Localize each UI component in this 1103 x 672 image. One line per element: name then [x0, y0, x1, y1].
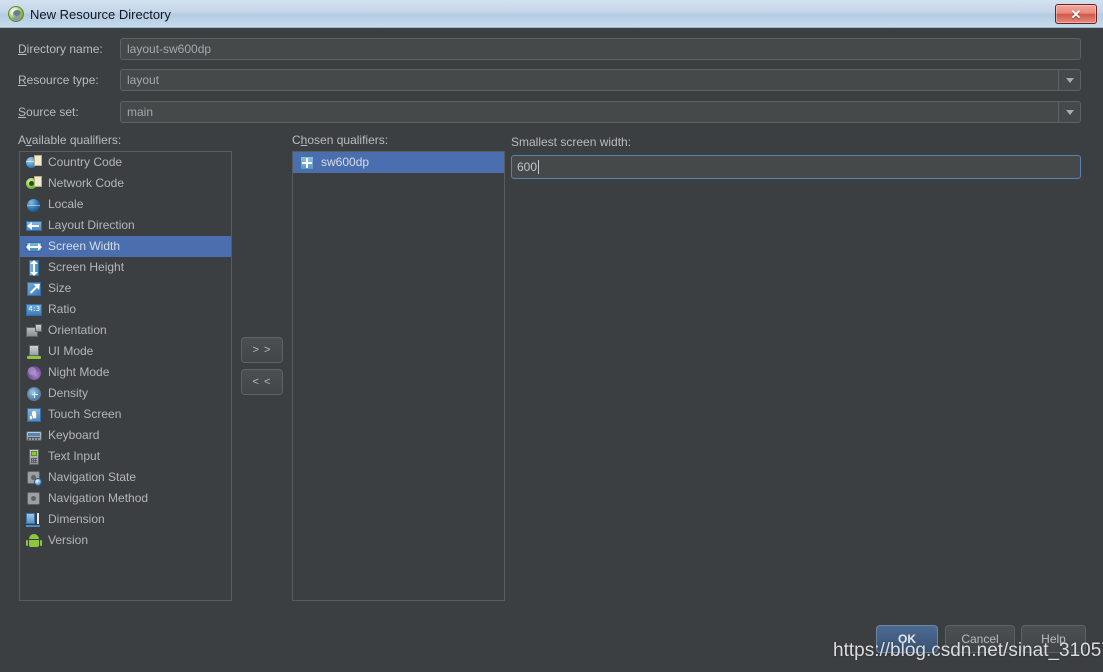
available-qualifier-item-label: Density: [48, 386, 89, 400]
text-input-icon: [26, 448, 42, 465]
close-glyph: ✕: [1070, 6, 1082, 22]
directory-name-value: layout-sw600dp: [127, 42, 212, 56]
title-bar-left: New Resource Directory: [8, 0, 171, 28]
available-qualifier-item-label: Network Code: [48, 176, 125, 190]
available-qualifier-item-label: Screen Width: [48, 239, 121, 253]
title-bar: New Resource Directory ✕: [0, 0, 1103, 28]
available-qualifier-item[interactable]: 4:3 Ratio: [20, 299, 231, 320]
available-qualifier-item[interactable]: Screen Width: [20, 236, 231, 257]
available-qualifier-item[interactable]: Screen Height: [20, 257, 231, 278]
available-qualifier-item-label: Screen Height: [48, 260, 125, 274]
add-qualifier-label: > >: [252, 344, 272, 356]
screen-width-icon: [26, 239, 42, 255]
available-qualifier-item-label: Text Input: [48, 449, 101, 463]
touch-screen-icon: [26, 407, 42, 423]
available-qualifier-item-label: Navigation State: [48, 470, 137, 484]
android-avatar-icon: [8, 6, 24, 22]
available-qualifier-item-label: Ratio: [48, 302, 77, 316]
chosen-qualifiers-caption: Chosen qualifiers:: [292, 133, 389, 147]
screen-height-icon: [26, 259, 42, 276]
navigation-state-icon: [26, 470, 42, 486]
orientation-icon: [26, 323, 42, 339]
available-qualifier-item-label: Locale: [48, 197, 84, 211]
close-icon[interactable]: ✕: [1055, 4, 1097, 24]
remove-qualifier-button[interactable]: < <: [241, 369, 283, 395]
network-code-icon: [26, 175, 42, 192]
resource-type-row: Resource type: layout: [0, 69, 1103, 91]
source-set-row: Source set: main: [0, 101, 1103, 123]
available-qualifier-item-label: Navigation Method: [48, 491, 149, 505]
available-qualifier-item-label: Keyboard: [48, 428, 100, 442]
density-icon: [26, 386, 42, 402]
available-qualifier-item[interactable]: Country Code: [20, 152, 231, 173]
available-qualifier-item[interactable]: UI Mode: [20, 341, 231, 362]
available-qualifier-item-label: Version: [48, 533, 89, 547]
available-qualifier-item[interactable]: Night Mode: [20, 362, 231, 383]
remove-qualifier-label: < <: [252, 376, 272, 388]
available-qualifier-item-label: Dimension: [48, 512, 105, 526]
available-qualifier-item-label: Layout Direction: [48, 218, 135, 232]
chosen-qualifier-item-label: sw600dp: [321, 155, 370, 169]
available-qualifier-item[interactable]: Locale: [20, 194, 231, 215]
source-set-combobox[interactable]: main: [120, 101, 1081, 123]
resource-type-combobox[interactable]: layout: [120, 69, 1081, 91]
available-qualifier-item[interactable]: Network Code: [20, 173, 231, 194]
available-qualifier-item[interactable]: Text Input: [20, 446, 231, 467]
version-icon: [26, 533, 42, 549]
window-title: New Resource Directory: [30, 6, 171, 22]
new-resource-directory-dialog: New Resource Directory ✕ Directory name:…: [0, 0, 1103, 672]
chosen-qualifiers-list[interactable]: sw600dp: [292, 151, 505, 601]
resource-type-label: Resource type:: [18, 73, 99, 87]
directory-name-label: Directory name:: [18, 42, 103, 56]
source-set-label: Source set:: [18, 105, 79, 119]
dialog-content: Directory name: layout-sw600dp Resource …: [0, 28, 1103, 672]
watermark-text: https://blog.csdn.net/sinat_31057219: [833, 640, 1103, 661]
available-qualifier-item-label: Size: [48, 281, 72, 295]
source-set-value: main: [127, 105, 154, 119]
ratio-icon: 4:3: [26, 302, 42, 318]
available-qualifier-item[interactable]: Layout Direction: [20, 215, 231, 236]
available-qualifier-item-label: Orientation: [48, 323, 107, 337]
country-code-icon: [26, 154, 42, 171]
available-qualifier-item[interactable]: Orientation: [20, 320, 231, 341]
available-qualifier-item-label: Night Mode: [48, 365, 110, 379]
available-qualifier-item-label: Touch Screen: [48, 407, 122, 421]
available-qualifiers-caption: Available qualifiers:: [18, 133, 122, 147]
chevron-down-icon[interactable]: [1058, 102, 1080, 122]
night-mode-icon: [26, 365, 42, 381]
available-qualifier-item[interactable]: Version: [20, 530, 231, 551]
available-qualifier-item-label: UI Mode: [48, 344, 94, 358]
smallest-screen-width-input[interactable]: 600: [511, 155, 1081, 179]
available-qualifier-item[interactable]: Navigation Method: [20, 488, 231, 509]
available-qualifier-item-label: Country Code: [48, 155, 123, 169]
available-qualifiers-list[interactable]: Country Code Network Code Locale Layout Dir…: [19, 151, 232, 601]
available-qualifier-item[interactable]: Touch Screen: [20, 404, 231, 425]
available-qualifier-item[interactable]: Navigation State: [20, 467, 231, 488]
directory-name-input[interactable]: layout-sw600dp: [120, 38, 1081, 60]
size-icon: [26, 281, 42, 297]
smallest-screen-width-label: Smallest screen width:: [511, 135, 632, 149]
keyboard-icon: [26, 428, 42, 444]
chevron-down-icon[interactable]: [1058, 70, 1080, 90]
locale-icon: [26, 197, 42, 213]
chosen-qualifier-item[interactable]: sw600dp: [293, 152, 504, 173]
smallest-screen-width-value: 600: [517, 160, 538, 174]
layout-direction-icon: [26, 218, 42, 234]
available-qualifier-item[interactable]: Density: [20, 383, 231, 404]
dimension-icon: [26, 512, 42, 528]
directory-name-row: Directory name: layout-sw600dp: [0, 38, 1103, 60]
add-qualifier-button[interactable]: > >: [241, 337, 283, 363]
ui-mode-icon: [26, 344, 42, 360]
text-caret: [538, 160, 540, 174]
navigation-method-icon: [26, 491, 42, 507]
resource-type-value: layout: [127, 73, 160, 87]
available-qualifier-item[interactable]: Dimension: [20, 509, 231, 530]
move-arrows-icon: [299, 155, 315, 171]
available-qualifier-item[interactable]: Size: [20, 278, 231, 299]
available-qualifier-item[interactable]: Keyboard: [20, 425, 231, 446]
